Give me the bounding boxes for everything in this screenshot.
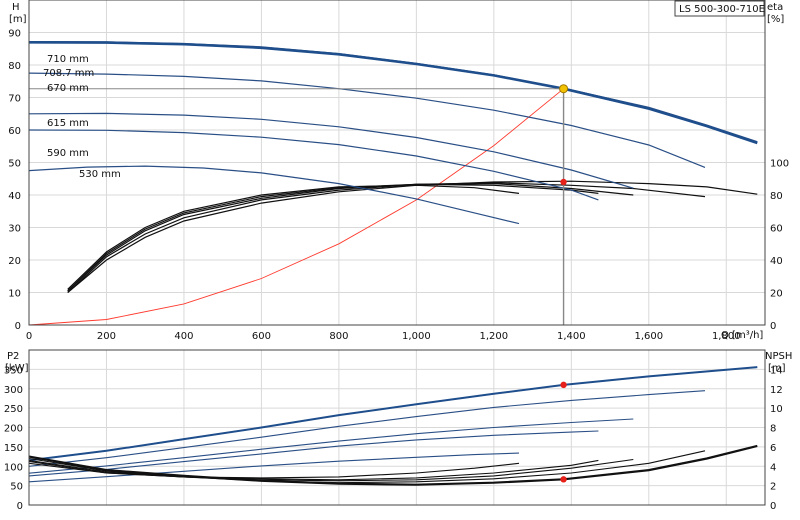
power-axis-label: P2 — [7, 351, 19, 362]
curve-label-710: 710 mm — [47, 54, 89, 65]
npsh-tick-label: 0 — [770, 501, 776, 512]
eta-axis-label: eta — [767, 2, 783, 13]
flow-axis-label: Q [m³/h] — [721, 330, 763, 341]
head-tick-label: 20 — [8, 256, 21, 267]
eta-tick-label: 40 — [770, 256, 783, 267]
eta-tick-label: 80 — [770, 191, 783, 202]
power-tick-label: 0 — [17, 501, 23, 512]
curve-label-530: 530 mm — [79, 169, 121, 180]
op-power-marker — [560, 381, 567, 389]
op-npsh-marker — [560, 476, 567, 483]
head-tick-label: 90 — [8, 29, 21, 40]
flow-tick-label: 200 — [97, 331, 116, 342]
head-tick-label: 0 — [15, 321, 21, 332]
power-tick-label: 50 — [10, 482, 23, 493]
power-axis-unit: [kW] — [5, 363, 29, 374]
flow-tick-label: 1,600 — [634, 331, 663, 342]
curve-label-670: 670 mm — [47, 83, 89, 94]
eta-tick-label: 20 — [770, 289, 783, 300]
operating-point-marker — [559, 84, 569, 94]
curve-label-590: 590 mm — [47, 148, 89, 159]
npsh-tick-label: 6 — [770, 443, 776, 454]
head-tick-label: 30 — [8, 224, 21, 235]
head-axis-unit: [m] — [9, 14, 27, 25]
npsh-tick-label: 8 — [770, 424, 776, 435]
head-tick-label: 70 — [8, 94, 21, 105]
npsh-axis-label: NPSH — [765, 351, 792, 362]
power-tick-label: 300 — [4, 385, 23, 396]
model-label-box: LS 500-300-710E — [674, 0, 765, 17]
model-label: LS 500-300-710E — [679, 4, 765, 15]
pump-performance-chart: 0 200 400 600 800 1,000 1,200 1,400 1,600 1,80001… — [0, 0, 800, 520]
power-tick-label: 250 — [4, 404, 23, 415]
flow-tick-label: 400 — [174, 331, 193, 342]
eta-tick-label: 100 — [770, 159, 789, 170]
curve-label-615: 615 mm — [47, 118, 89, 129]
head-tick-label: 10 — [8, 289, 21, 300]
eta-tick-label: 60 — [770, 224, 783, 235]
flow-tick-label: 800 — [329, 331, 348, 342]
eta-axis-unit: [%] — [767, 14, 784, 25]
npsh-tick-label: 12 — [770, 385, 783, 396]
flow-tick-label: 1,200 — [480, 331, 509, 342]
flow-tick-label: 600 — [252, 331, 271, 342]
curve-label-708-7: 708.7 mm — [43, 68, 94, 79]
head-tick-label: 60 — [8, 126, 21, 137]
power-tick-label: 150 — [4, 443, 23, 454]
npsh-tick-label: 2 — [770, 482, 776, 493]
head-tick-label: 80 — [8, 61, 21, 72]
head-tick-label: 40 — [8, 191, 21, 202]
eta-tick-label: 0 — [770, 321, 776, 332]
flow-tick-label: 0 — [26, 331, 32, 342]
npsh-tick-label: 4 — [770, 462, 776, 473]
head-axis-label: H — [12, 2, 20, 13]
flow-tick-label: 1,000 — [402, 331, 431, 342]
power-tick-label: 200 — [4, 424, 23, 435]
flow-tick-label: 1,400 — [557, 331, 586, 342]
npsh-tick-label: 10 — [770, 404, 783, 415]
power-tick-label: 100 — [4, 462, 23, 473]
head-tick-label: 50 — [8, 159, 21, 170]
npsh-axis-unit: [m] — [768, 363, 786, 374]
op-eta-marker — [560, 178, 567, 186]
